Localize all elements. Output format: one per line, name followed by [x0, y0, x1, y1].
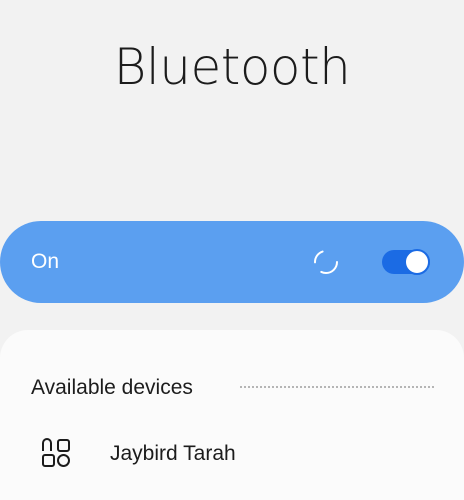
switch-thumb	[404, 249, 430, 275]
bluetooth-switch[interactable]	[382, 249, 430, 275]
bluetooth-screen: Bluetooth On Available devices Jaybird T…	[0, 0, 464, 500]
page-title: Bluetooth	[113, 38, 351, 96]
device-name: Jaybird Tarah	[110, 442, 236, 465]
device-list-item[interactable]: Jaybird Tarah	[0, 425, 464, 487]
scanning-spinner-icon	[314, 250, 338, 274]
section-divider	[240, 386, 434, 388]
available-devices-header: Available devices	[31, 376, 193, 399]
device-apps-icon	[42, 438, 70, 467]
toggle-label: On	[31, 250, 60, 273]
